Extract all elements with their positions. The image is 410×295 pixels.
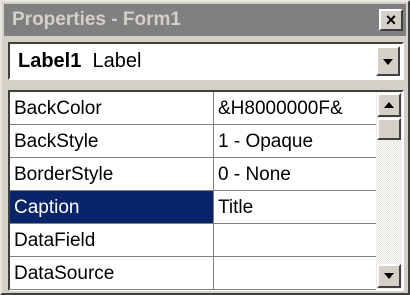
window-title: Properties - Form1 (12, 9, 181, 30)
scroll-down-button[interactable] (377, 264, 401, 288)
chevron-down-icon (383, 59, 393, 65)
object-selector-text: Label1 Label (18, 50, 141, 73)
property-name[interactable]: DataField (10, 224, 214, 257)
property-row-datasource[interactable]: DataSource (10, 257, 376, 290)
property-name[interactable]: BackColor (10, 92, 214, 125)
property-row-datafield[interactable]: DataField (10, 224, 376, 257)
property-value[interactable]: 1 - Opaque (214, 125, 376, 158)
property-row-backcolor[interactable]: BackColor &H8000000F& (10, 92, 376, 125)
property-name[interactable]: DataSource (10, 257, 214, 290)
arrow-up-icon (384, 102, 394, 108)
property-row-backstyle[interactable]: BackStyle 1 - Opaque (10, 125, 376, 158)
property-name-selected[interactable]: Caption (10, 191, 214, 224)
close-button[interactable]: × (379, 9, 403, 31)
scrollbar-thumb[interactable] (377, 118, 401, 140)
property-row-caption[interactable]: Caption Title (10, 191, 376, 224)
property-row-borderstyle[interactable]: BorderStyle 0 - None (10, 158, 376, 191)
close-icon: × (385, 10, 397, 30)
title-bar[interactable]: Properties - Form1 × (4, 4, 406, 36)
property-value-input[interactable]: Title (214, 191, 376, 224)
scroll-up-button[interactable] (377, 93, 401, 117)
property-name[interactable]: BorderStyle (10, 158, 214, 191)
object-selector-dropdown-button[interactable] (376, 46, 400, 76)
object-name: Label1 (18, 50, 82, 72)
property-value[interactable]: &H8000000F& (214, 92, 376, 125)
arrow-down-icon (384, 273, 394, 279)
property-value[interactable] (214, 224, 376, 257)
object-selector[interactable]: Label1 Label (8, 42, 404, 80)
object-type: Label (92, 50, 142, 72)
property-name[interactable]: BackStyle (10, 125, 214, 158)
property-grid-frame: BackColor &H8000000F& BackStyle 1 - Opaq… (8, 90, 404, 291)
property-value[interactable]: 0 - None (214, 158, 376, 191)
properties-window: Properties - Form1 × Label1 Label BackCo… (0, 0, 410, 295)
vertical-scrollbar[interactable] (376, 92, 402, 289)
property-value[interactable] (214, 257, 376, 290)
property-grid: BackColor &H8000000F& BackStyle 1 - Opaq… (10, 92, 376, 290)
